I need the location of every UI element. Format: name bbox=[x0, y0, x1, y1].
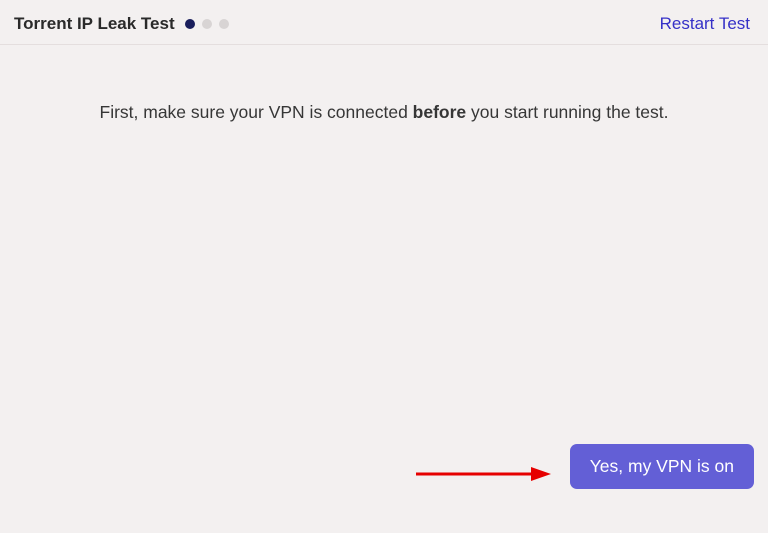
title-group: Torrent IP Leak Test bbox=[14, 14, 229, 34]
step-dot-2 bbox=[202, 19, 212, 29]
instruction-text: First, make sure your VPN is connected b… bbox=[0, 100, 768, 125]
page-title: Torrent IP Leak Test bbox=[14, 14, 175, 34]
header-bar: Torrent IP Leak Test Restart Test bbox=[0, 0, 768, 45]
instruction-bold: before bbox=[413, 102, 466, 122]
step-dot-1 bbox=[185, 19, 195, 29]
confirm-vpn-button[interactable]: Yes, my VPN is on bbox=[570, 444, 754, 489]
step-indicator bbox=[185, 19, 229, 29]
instruction-suffix: you start running the test. bbox=[466, 102, 668, 122]
instruction-prefix: First, make sure your VPN is connected bbox=[100, 102, 413, 122]
step-dot-3 bbox=[219, 19, 229, 29]
arrow-icon bbox=[413, 464, 553, 484]
restart-link[interactable]: Restart Test bbox=[660, 14, 750, 34]
